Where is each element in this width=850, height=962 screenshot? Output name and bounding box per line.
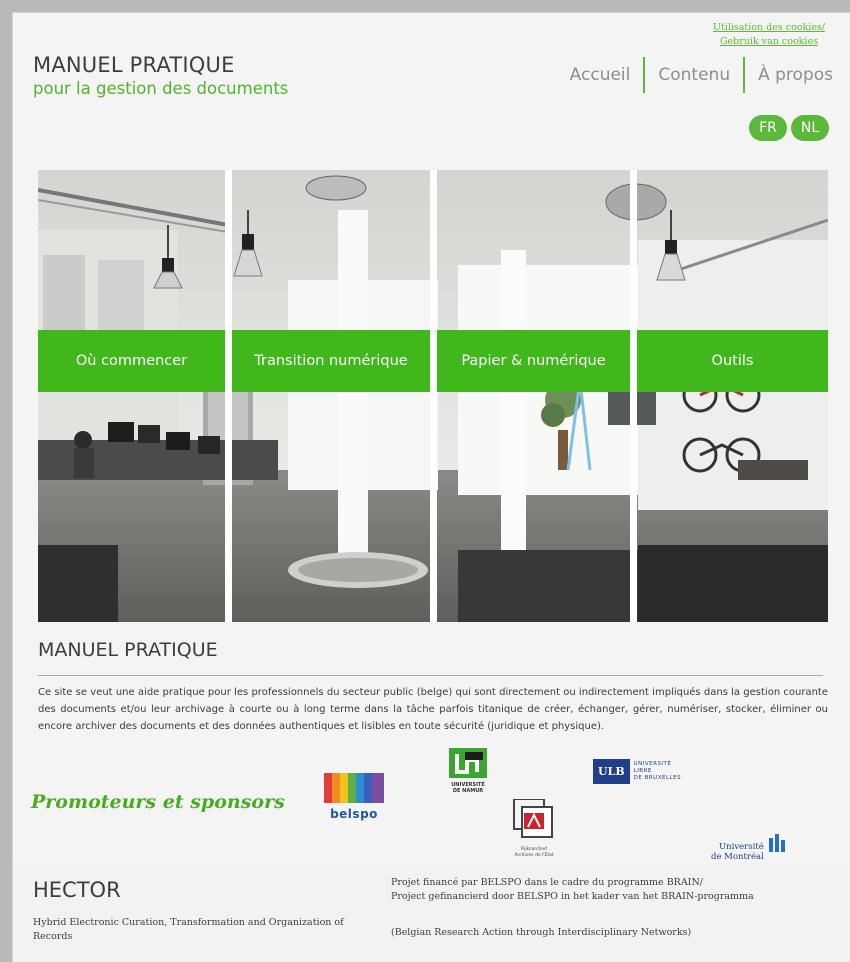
funding-text-fr: Projet financé par BELSPO dans le cadre … xyxy=(391,877,703,888)
tile-paper-digital[interactable]: Papier & numérique xyxy=(437,330,630,392)
footer-project-name: HECTOR xyxy=(33,878,121,902)
tile-label: Papier & numérique xyxy=(461,353,606,369)
namur-mark-icon xyxy=(449,748,487,778)
tile-label: Où commencer xyxy=(75,353,188,369)
language-switcher: FR NL xyxy=(749,115,829,141)
belspo-label: belspo xyxy=(330,807,378,821)
hero-image xyxy=(38,170,828,622)
intro-text: Ce site se veut une aide pratique pour l… xyxy=(38,687,828,732)
cookie-link-fr[interactable]: Utilisation des cookies/ xyxy=(713,21,825,35)
lang-nl-button[interactable]: NL xyxy=(791,115,829,141)
cookie-links: Utilisation des cookies/ Gebruik van coo… xyxy=(713,21,825,49)
ulb-label: UNIVERSITÉ LIBRE DE BRUXELLES xyxy=(633,760,682,781)
nav-about[interactable]: À propos xyxy=(758,62,833,98)
section-title: MANUEL PRATIQUE xyxy=(38,639,218,661)
office-photo xyxy=(38,170,828,622)
sponsors-title: Promoteurs et sponsors xyxy=(31,791,285,813)
site-brand[interactable]: MANUEL PRATIQUE pour la gestion des docu… xyxy=(33,53,288,98)
belspo-logo[interactable]: belspo xyxy=(324,773,384,823)
page-frame: Utilisation des cookies/ Gebruik van coo… xyxy=(12,12,850,962)
tile-digital-transition[interactable]: Transition numérique xyxy=(232,330,430,392)
montreal-logo[interactable]: Université de Montréal xyxy=(711,828,791,862)
state-archives-logo[interactable]: Rijksarchief Archives de l'État xyxy=(510,798,558,861)
main-nav: Accueil Contenu À propos xyxy=(570,57,833,98)
archives-mark-icon xyxy=(513,798,553,838)
cookie-link-nl[interactable]: Gebruik van cookies xyxy=(713,35,825,49)
tile-where-to-start[interactable]: Où commencer xyxy=(38,330,225,392)
tile-tools[interactable]: Outils xyxy=(637,330,828,392)
montreal-label: Université de Montréal xyxy=(711,842,764,862)
ulb-mark: ULB xyxy=(593,758,630,784)
site-title: MANUEL PRATIQUE xyxy=(33,53,235,77)
brain-text: (Belgian Research Action through Interdi… xyxy=(391,927,692,938)
site-subtitle: pour la gestion des documents xyxy=(33,79,289,98)
funding-text-nl: Project gefinancierd door BELSPO in het … xyxy=(391,891,754,902)
namur-label: UNIVERSITÉ DE NAMUR xyxy=(451,782,485,794)
section-divider xyxy=(38,675,823,676)
tile-label: Outils xyxy=(711,353,754,369)
montreal-mark-icon xyxy=(768,834,785,852)
nav-home[interactable]: Accueil xyxy=(570,62,631,98)
lang-fr-button[interactable]: FR xyxy=(749,115,787,141)
nav-content[interactable]: Contenu xyxy=(658,62,730,98)
footer-project-full-name: Hybrid Electronic Curation, Transformati… xyxy=(33,917,344,942)
tile-label: Transition numérique xyxy=(254,353,408,369)
belspo-bars-icon xyxy=(324,773,384,803)
ulb-logo[interactable]: ULB UNIVERSITÉ LIBRE DE BRUXELLES xyxy=(593,754,693,788)
nav-divider xyxy=(643,57,646,93)
archives-label: Rijksarchief Archives de l'État xyxy=(514,847,554,858)
nav-divider xyxy=(743,57,746,93)
footer-funding: Projet financé par BELSPO dans le cadre … xyxy=(391,876,831,940)
namur-logo[interactable]: UNIVERSITÉ DE NAMUR xyxy=(447,748,489,800)
